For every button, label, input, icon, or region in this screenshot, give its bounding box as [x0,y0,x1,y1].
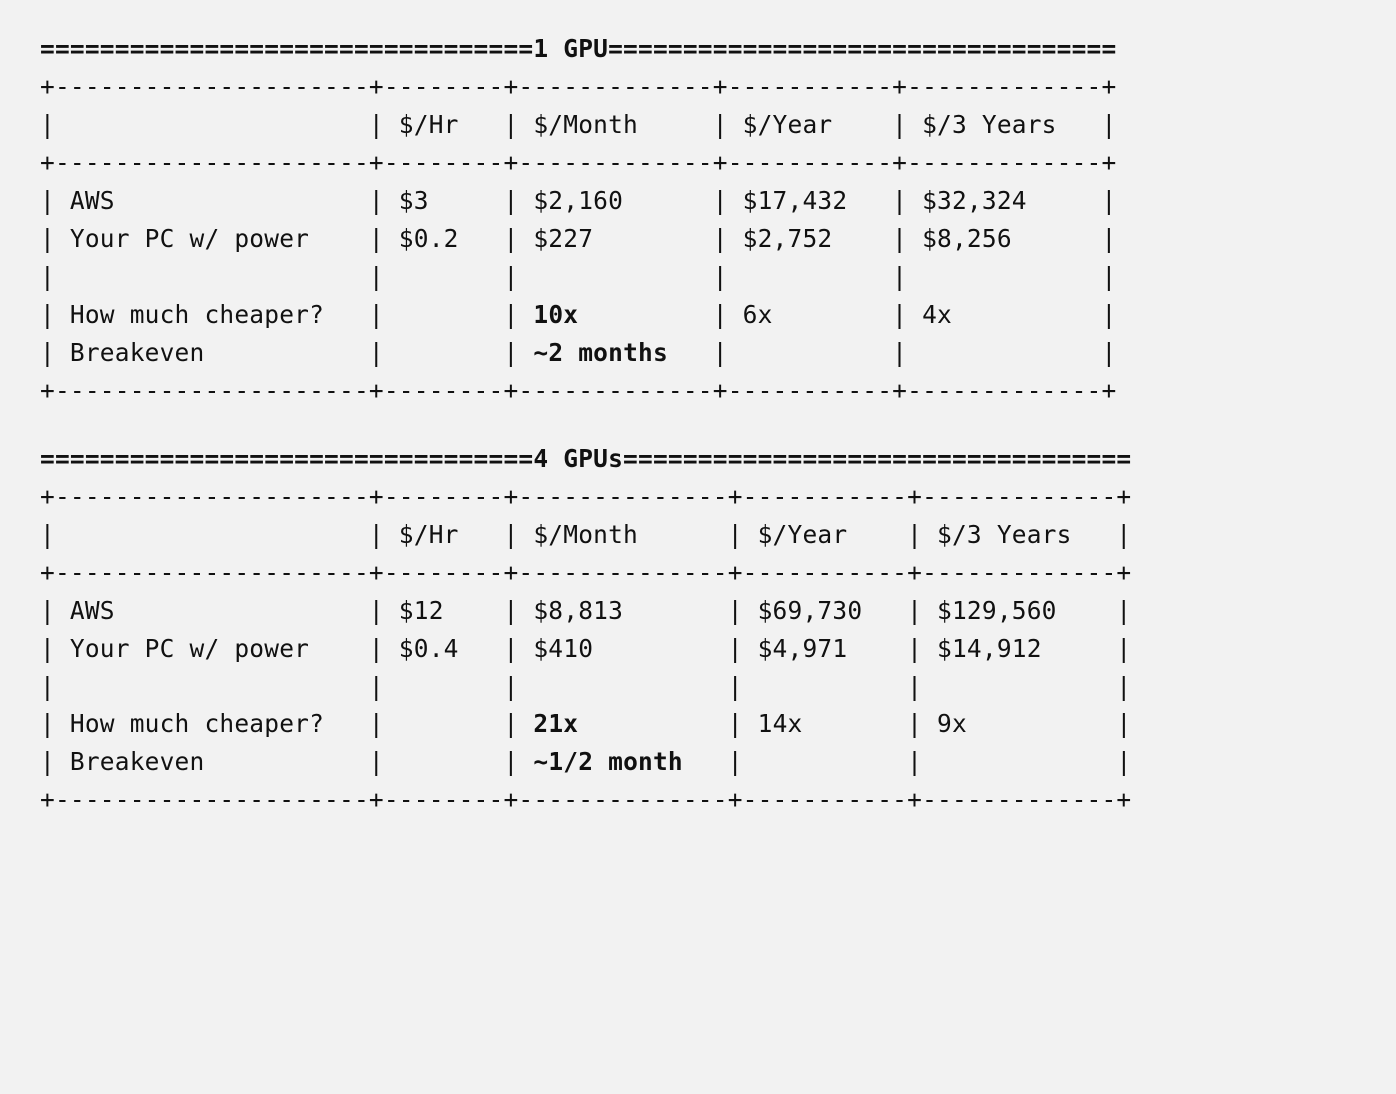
cost-table-4-gpus: =================================4 GPUs=… [40,440,1356,820]
cost-table-1-gpu: =================================1 GPU==… [40,30,1356,410]
